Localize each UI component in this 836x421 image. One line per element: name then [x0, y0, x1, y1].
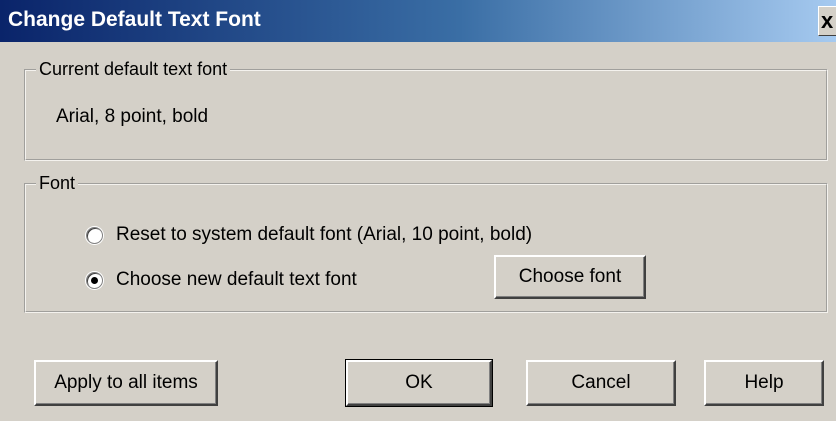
choose-font-label: Choose new default text font: [116, 269, 357, 290]
radio-checked-icon[interactable]: [86, 271, 103, 289]
font-legend: Font: [36, 173, 79, 193]
choose-font-button[interactable]: Choose font: [494, 255, 646, 299]
title-bar[interactable]: Change Default Text Font x: [0, 0, 836, 42]
radio-dot-icon: [91, 276, 98, 284]
close-icon[interactable]: x: [818, 6, 836, 36]
apply-to-all-button[interactable]: Apply to all items: [34, 360, 218, 406]
current-font-value: Arial, 8 point, bold: [56, 106, 209, 127]
choose-font-radio[interactable]: Choose new default text font: [86, 269, 357, 291]
help-button[interactable]: Help: [704, 360, 824, 406]
window-title: Change Default Text Font: [8, 8, 261, 31]
ok-button[interactable]: OK: [345, 359, 493, 407]
font-groupbox: Font Reset to system default font (Arial…: [24, 173, 828, 313]
reset-font-radio[interactable]: Reset to system default font (Arial, 10 …: [86, 224, 532, 246]
radio-unchecked-icon[interactable]: [86, 226, 103, 244]
current-font-groupbox: Current default text font Arial, 8 point…: [24, 59, 828, 161]
cancel-button[interactable]: Cancel: [526, 360, 676, 406]
reset-font-label: Reset to system default font (Arial, 10 …: [116, 224, 533, 245]
current-font-legend: Current default text font: [36, 59, 231, 79]
